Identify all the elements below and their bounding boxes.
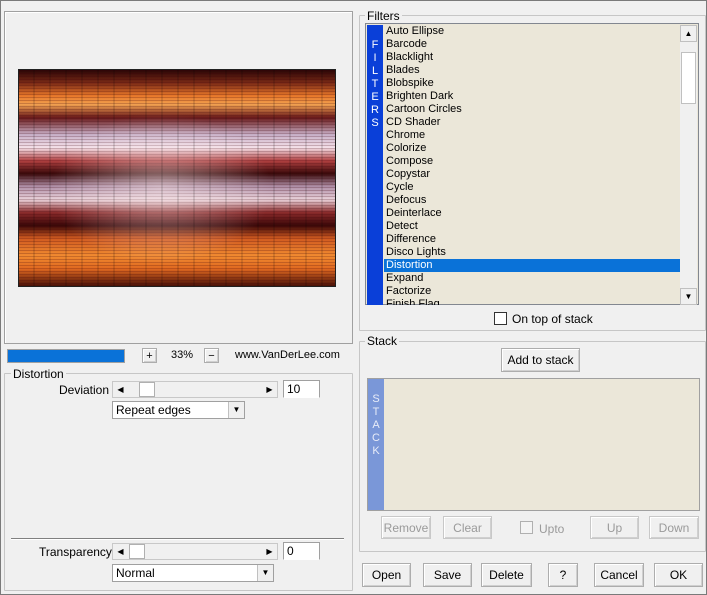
stack-tab-letter: A — [372, 419, 380, 431]
filters-listbox[interactable]: FILTERS Auto Ellipse Barcode Blacklight Bla… — [365, 23, 699, 305]
website-link[interactable]: www.VanDerLee.com — [235, 349, 340, 361]
arrow-down-icon[interactable]: ▼ — [680, 288, 697, 305]
filter-list-item[interactable]: Deinterlace — [384, 207, 681, 220]
transparency-label: Transparency — [39, 545, 112, 559]
zoom-in-button[interactable]: + — [142, 348, 157, 363]
stack-tab-letter: C — [372, 432, 380, 444]
filters-tab-letter: L — [371, 65, 379, 77]
stack-tab: STACK — [368, 379, 384, 510]
filter-list-item[interactable]: Brighten Dark — [384, 90, 681, 103]
filter-list[interactable]: Auto Ellipse Barcode Blacklight Blades Blobs… — [384, 25, 681, 305]
deviation-slider[interactable]: ◀ ▶ — [112, 381, 278, 398]
filter-list-item[interactable]: Difference — [384, 233, 681, 246]
remove-button[interactable]: Remove — [381, 516, 431, 539]
filters-group-title: Filters — [365, 9, 402, 23]
add-to-stack-button[interactable]: Add to stack — [501, 348, 580, 372]
distortion-group-title: Distortion — [11, 367, 66, 381]
filter-list-item[interactable]: Blobspike — [384, 77, 681, 90]
filter-list-item[interactable]: Blades — [384, 64, 681, 77]
filter-list-item[interactable]: Factorize — [384, 285, 681, 298]
upto-label: Upto — [539, 522, 565, 536]
filter-list-item[interactable]: Defocus — [384, 194, 681, 207]
filters-tab: FILTERS — [367, 25, 383, 305]
on-top-label: On top of stack — [512, 312, 593, 326]
zoom-out-button[interactable]: − — [204, 348, 219, 363]
arrow-right-icon[interactable]: ▶ — [262, 382, 277, 397]
arrow-right-icon[interactable]: ▶ — [262, 544, 277, 559]
filter-list-item[interactable]: Finish Flag — [384, 298, 681, 305]
save-button[interactable]: Save — [423, 563, 472, 587]
filter-list-item[interactable]: Copystar — [384, 168, 681, 181]
up-button[interactable]: Up — [590, 516, 639, 539]
upto-checkbox[interactable] — [520, 521, 533, 534]
delete-button[interactable]: Delete — [481, 563, 532, 587]
transparency-slider-thumb[interactable] — [129, 544, 145, 559]
transparency-value-field[interactable]: 0 — [283, 542, 320, 560]
progress-bar — [7, 349, 125, 363]
stack-listbox[interactable]: STACK — [367, 378, 700, 511]
stack-tab-letter: K — [372, 445, 380, 457]
deviation-label: Deviation — [59, 383, 110, 397]
filters-scrollbar[interactable]: ▲ ▼ — [680, 25, 697, 305]
progress-fill — [8, 350, 124, 362]
arrow-up-icon[interactable]: ▲ — [680, 25, 697, 42]
deviation-slider-thumb[interactable] — [139, 382, 155, 397]
chevron-down-icon[interactable]: ▼ — [228, 402, 244, 418]
arrow-left-icon[interactable]: ◀ — [113, 544, 128, 559]
filters-tab-letter: S — [371, 117, 379, 129]
filter-list-item[interactable]: Expand — [384, 272, 681, 285]
on-top-checkbox[interactable] — [494, 312, 507, 325]
filters-scroll-thumb[interactable] — [681, 52, 696, 104]
help-button[interactable]: ? — [548, 563, 578, 587]
stack-tab-letter: S — [372, 393, 380, 405]
ok-button[interactable]: OK — [654, 563, 703, 587]
filter-list-item[interactable]: Distortion — [384, 259, 681, 272]
zoom-level: 33% — [171, 349, 194, 361]
filter-list-item[interactable]: CD Shader — [384, 116, 681, 129]
filters-tab-letter: F — [371, 39, 379, 51]
filter-list-item[interactable]: Compose — [384, 155, 681, 168]
filter-list-item[interactable]: Auto Ellipse — [384, 25, 681, 38]
filter-list-item[interactable]: Colorize — [384, 142, 681, 155]
preview-image — [18, 69, 336, 287]
plugin-dialog: + 33% − www.VanDerLee.com Distortion Dev… — [0, 0, 707, 595]
filter-list-item[interactable]: Blacklight — [384, 51, 681, 64]
stack-tab-letter: T — [372, 406, 380, 418]
blend-mode-value: Normal — [116, 566, 155, 580]
filters-tab-letter: I — [373, 52, 377, 64]
clear-button[interactable]: Clear — [443, 516, 492, 539]
filters-tab-letter: E — [371, 91, 379, 103]
filter-list-item[interactable]: Disco Lights — [384, 246, 681, 259]
divider-line — [11, 538, 344, 540]
open-button[interactable]: Open — [362, 563, 411, 587]
edge-mode-value: Repeat edges — [116, 403, 191, 417]
chevron-down-icon[interactable]: ▼ — [257, 565, 273, 581]
filter-list-item[interactable]: Detect — [384, 220, 681, 233]
filter-list-item[interactable]: Chrome — [384, 129, 681, 142]
filter-list-item[interactable]: Cycle — [384, 181, 681, 194]
filter-list-item[interactable]: Barcode — [384, 38, 681, 51]
edge-mode-select[interactable]: Repeat edges ▼ — [112, 401, 245, 419]
cancel-button[interactable]: Cancel — [594, 563, 644, 587]
filter-list-item[interactable]: Cartoon Circles — [384, 103, 681, 116]
blend-mode-select[interactable]: Normal ▼ — [112, 564, 274, 582]
filters-tab-letter: T — [371, 78, 379, 90]
arrow-left-icon[interactable]: ◀ — [113, 382, 128, 397]
down-button[interactable]: Down — [649, 516, 699, 539]
deviation-value-field[interactable]: 10 — [283, 380, 320, 398]
stack-group-title: Stack — [365, 334, 400, 348]
filters-tab-letter: R — [371, 104, 379, 116]
transparency-slider[interactable]: ◀ ▶ — [112, 543, 278, 560]
